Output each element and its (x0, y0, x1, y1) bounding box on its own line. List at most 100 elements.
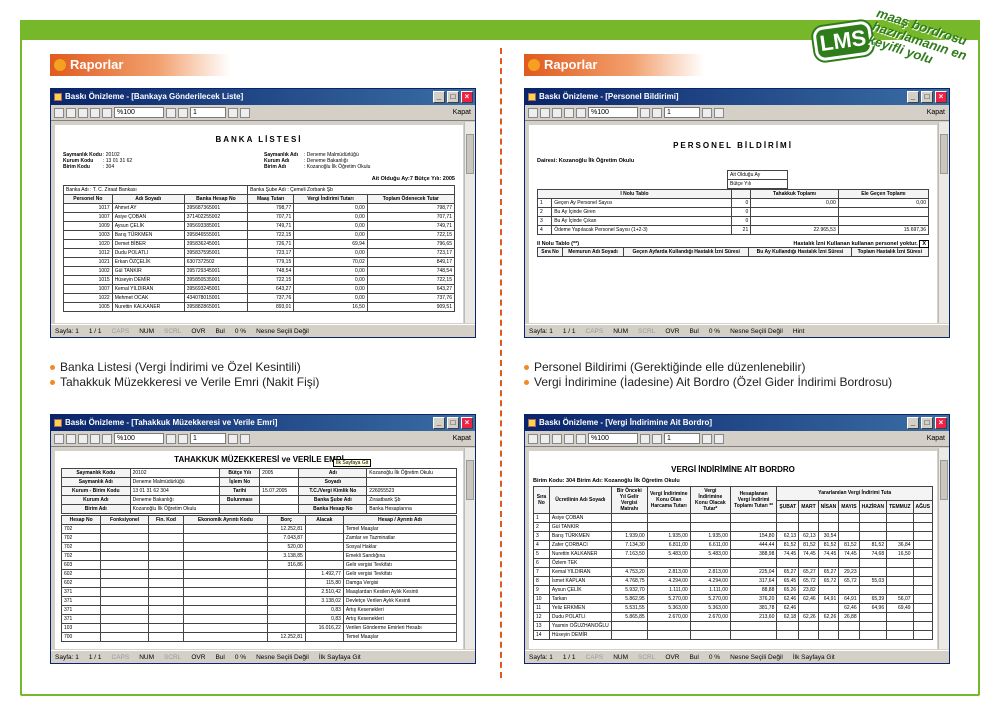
last-page-icon[interactable] (240, 433, 250, 444)
first-page-icon[interactable] (166, 107, 176, 118)
close-preview-button[interactable]: Kapat (453, 109, 471, 116)
first-page-icon[interactable] (166, 433, 176, 444)
maximize-button[interactable]: □ (447, 417, 459, 429)
table-cell: 722,15 (366, 275, 456, 285)
maximize-button[interactable]: □ (921, 91, 933, 103)
close-icon[interactable]: × (935, 91, 947, 103)
zoom-select[interactable]: %100 (588, 107, 638, 118)
save-icon[interactable] (66, 107, 76, 118)
table-cell: Nurettin KALKANER (111, 302, 185, 312)
minimize-button[interactable]: _ (907, 417, 919, 429)
scroll-thumb[interactable] (466, 134, 474, 174)
zoom-select[interactable]: %100 (114, 433, 164, 444)
minimize-button[interactable]: _ (433, 91, 445, 103)
table-cell: Ödeme Yapılacak Personel Sayısı (1+2-3) (551, 225, 732, 235)
maximize-button[interactable]: □ (447, 91, 459, 103)
search-icon[interactable] (78, 107, 88, 118)
page-input[interactable]: 1 (190, 107, 226, 118)
last-page-icon[interactable] (714, 107, 724, 118)
maximize-button[interactable]: □ (921, 417, 933, 429)
minimize-button[interactable]: _ (907, 91, 919, 103)
vertical-scrollbar[interactable] (938, 448, 949, 649)
print-icon[interactable] (528, 107, 538, 118)
table-row: 1002 Gül TANKIR 395729345001 748,54 0,00 748,… (63, 266, 456, 276)
window-banka-listesi[interactable]: Baskı Önizleme - [Bankaya Gönderilecek L… (50, 88, 476, 338)
zoom-out-icon[interactable] (576, 107, 586, 118)
next-page-icon[interactable] (228, 433, 238, 444)
info-key: T.C./Vergi Kimlik No (298, 486, 368, 496)
search-icon[interactable] (552, 107, 562, 118)
prev-page-icon[interactable] (652, 107, 662, 118)
print-icon[interactable] (54, 107, 64, 118)
table-row: 603 316,86 Gelir vergisi Tevkifatı (60, 560, 458, 570)
last-page-icon[interactable] (714, 433, 724, 444)
table-cell: 5.862,95 (610, 594, 648, 604)
window-vergi-indirimi[interactable]: Baskı Önizleme - [Vergi İndirimine Ait B… (524, 414, 950, 664)
zoom-out-icon[interactable] (102, 107, 112, 118)
window-titlebar[interactable]: Baskı Önizleme - [Tahakkuk Müzekkeresi v… (51, 415, 475, 431)
close-icon[interactable]: × (935, 417, 947, 429)
close-icon[interactable]: × (461, 417, 473, 429)
search-icon[interactable] (552, 433, 562, 444)
window-titlebar[interactable]: Baskı Önizleme - [Vergi İndirimine Ait B… (525, 415, 949, 431)
close-preview-button[interactable]: Kapat (927, 109, 945, 116)
table-cell (912, 558, 934, 568)
page-input[interactable]: 1 (664, 107, 700, 118)
zoom-out-icon[interactable] (102, 433, 112, 444)
table-cell (858, 558, 888, 568)
next-page-icon[interactable] (702, 433, 712, 444)
credit-cell (304, 533, 344, 543)
prev-page-icon[interactable] (178, 433, 188, 444)
info-value (259, 504, 300, 514)
window-personel-bildirimi[interactable]: Baskı Önizleme - [Personel Bildirimi] _ □… (524, 88, 950, 338)
table-cell: 1012 (63, 248, 113, 258)
table-cell (838, 513, 860, 523)
table-cell: 5.483,00 (689, 549, 731, 559)
next-page-icon[interactable] (702, 107, 712, 118)
window-tahakkuk[interactable]: Baskı Önizleme - [Tahakkuk Müzekkeresi v… (50, 414, 476, 664)
print-icon[interactable] (54, 433, 64, 444)
zoom-select[interactable]: %100 (588, 433, 638, 444)
close-icon[interactable]: × (461, 91, 473, 103)
scroll-thumb[interactable] (940, 460, 948, 500)
table-cell: 16,50 (293, 302, 368, 312)
prev-page-icon[interactable] (652, 433, 662, 444)
table-cell: Gül TANKIR (548, 522, 612, 532)
credit-cell: 115,80 (304, 578, 344, 588)
zoom-in-icon[interactable] (564, 433, 574, 444)
vertical-scrollbar[interactable] (464, 448, 475, 649)
print-icon[interactable] (528, 433, 538, 444)
minimize-button[interactable]: _ (433, 417, 445, 429)
last-page-icon[interactable] (240, 107, 250, 118)
vertical-scrollbar[interactable] (464, 122, 475, 323)
first-page-icon[interactable] (640, 107, 650, 118)
section-heading-right: Raporlar (524, 54, 704, 76)
zoom-in-icon[interactable] (90, 107, 100, 118)
close-preview-button[interactable]: Kapat (927, 435, 945, 442)
table-cell: 62,26 (817, 612, 840, 622)
save-icon[interactable] (540, 433, 550, 444)
table-cell: 81,52 (798, 540, 819, 550)
zoom-out-icon[interactable] (576, 433, 586, 444)
zoom-in-icon[interactable] (564, 107, 574, 118)
scroll-thumb[interactable] (940, 134, 948, 174)
close-preview-button[interactable]: Kapat (453, 435, 471, 442)
zoom-select[interactable]: %100 (114, 107, 164, 118)
next-page-icon[interactable] (228, 107, 238, 118)
table-cell: 722,15 (247, 230, 295, 240)
zoom-in-icon[interactable] (90, 433, 100, 444)
page-input[interactable]: 1 (190, 433, 226, 444)
first-page-icon[interactable] (640, 433, 650, 444)
search-icon[interactable] (78, 433, 88, 444)
save-icon[interactable] (540, 107, 550, 118)
save-icon[interactable] (66, 433, 76, 444)
credit-cell: 1.492,77 (304, 569, 344, 579)
window-titlebar[interactable]: Baskı Önizleme - [Personel Bildirimi] _ □… (525, 89, 949, 105)
vertical-scrollbar[interactable] (938, 122, 949, 323)
checkbox-box[interactable]: X (919, 240, 929, 248)
scroll-thumb[interactable] (466, 460, 474, 500)
window-titlebar[interactable]: Baskı Önizleme - [Bankaya Gönderilecek L… (51, 89, 475, 105)
prev-page-icon[interactable] (178, 107, 188, 118)
page-input[interactable]: 1 (664, 433, 700, 444)
table-cell (838, 621, 860, 631)
